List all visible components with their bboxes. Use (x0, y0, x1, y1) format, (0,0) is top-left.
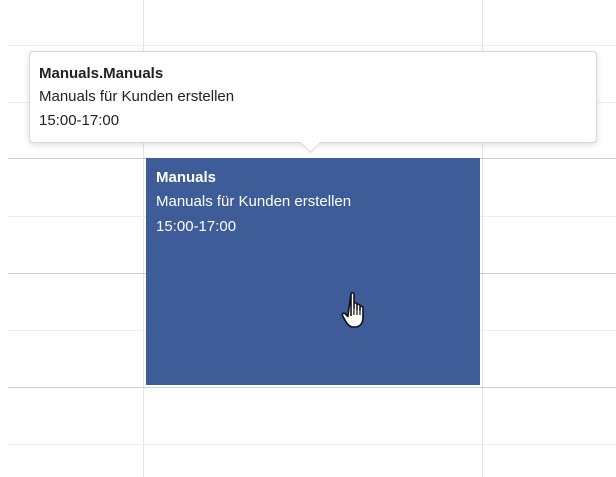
event-description: Manuals für Kunden erstellen (156, 193, 352, 210)
event-title: Manuals (156, 169, 217, 186)
hand-pointer-icon (341, 292, 364, 328)
tooltip-description: Manuals für Kunden erstellen (39, 88, 235, 105)
tooltip-arrow (299, 131, 322, 154)
time-slot-divider (8, 444, 616, 445)
tooltip-title: Manuals.Manuals (39, 65, 164, 82)
calendar-event[interactable]: Manuals Manuals für Kunden erstellen 15:… (146, 158, 480, 385)
time-slot-divider (8, 45, 616, 46)
calendar-day-view: Manuals Manuals für Kunden erstellen 15:… (0, 0, 616, 477)
event-tooltip: Manuals.Manuals Manuals für Kunden erste… (29, 51, 597, 154)
event-time: 15:00-17:00 (156, 218, 237, 235)
hour-divider (8, 387, 616, 388)
tooltip-time: 15:00-17:00 (39, 112, 120, 129)
